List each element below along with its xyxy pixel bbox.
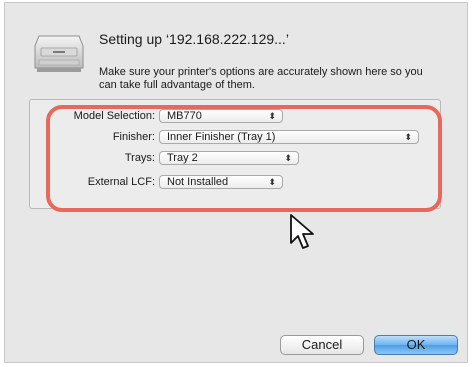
mouse-pointer-icon: [289, 213, 315, 253]
printer-icon: [33, 32, 85, 74]
printer-setup-dialog: Setting up ‘192.168.222.129...’ Make sur…: [4, 2, 468, 363]
cancel-button[interactable]: Cancel: [280, 335, 364, 355]
ok-button[interactable]: OK: [374, 335, 458, 355]
dialog-description: Make sure your printer's options are acc…: [99, 66, 423, 91]
options-highlight-outline: [46, 105, 442, 212]
dialog-title: Setting up ‘192.168.222.129...’: [99, 31, 289, 47]
